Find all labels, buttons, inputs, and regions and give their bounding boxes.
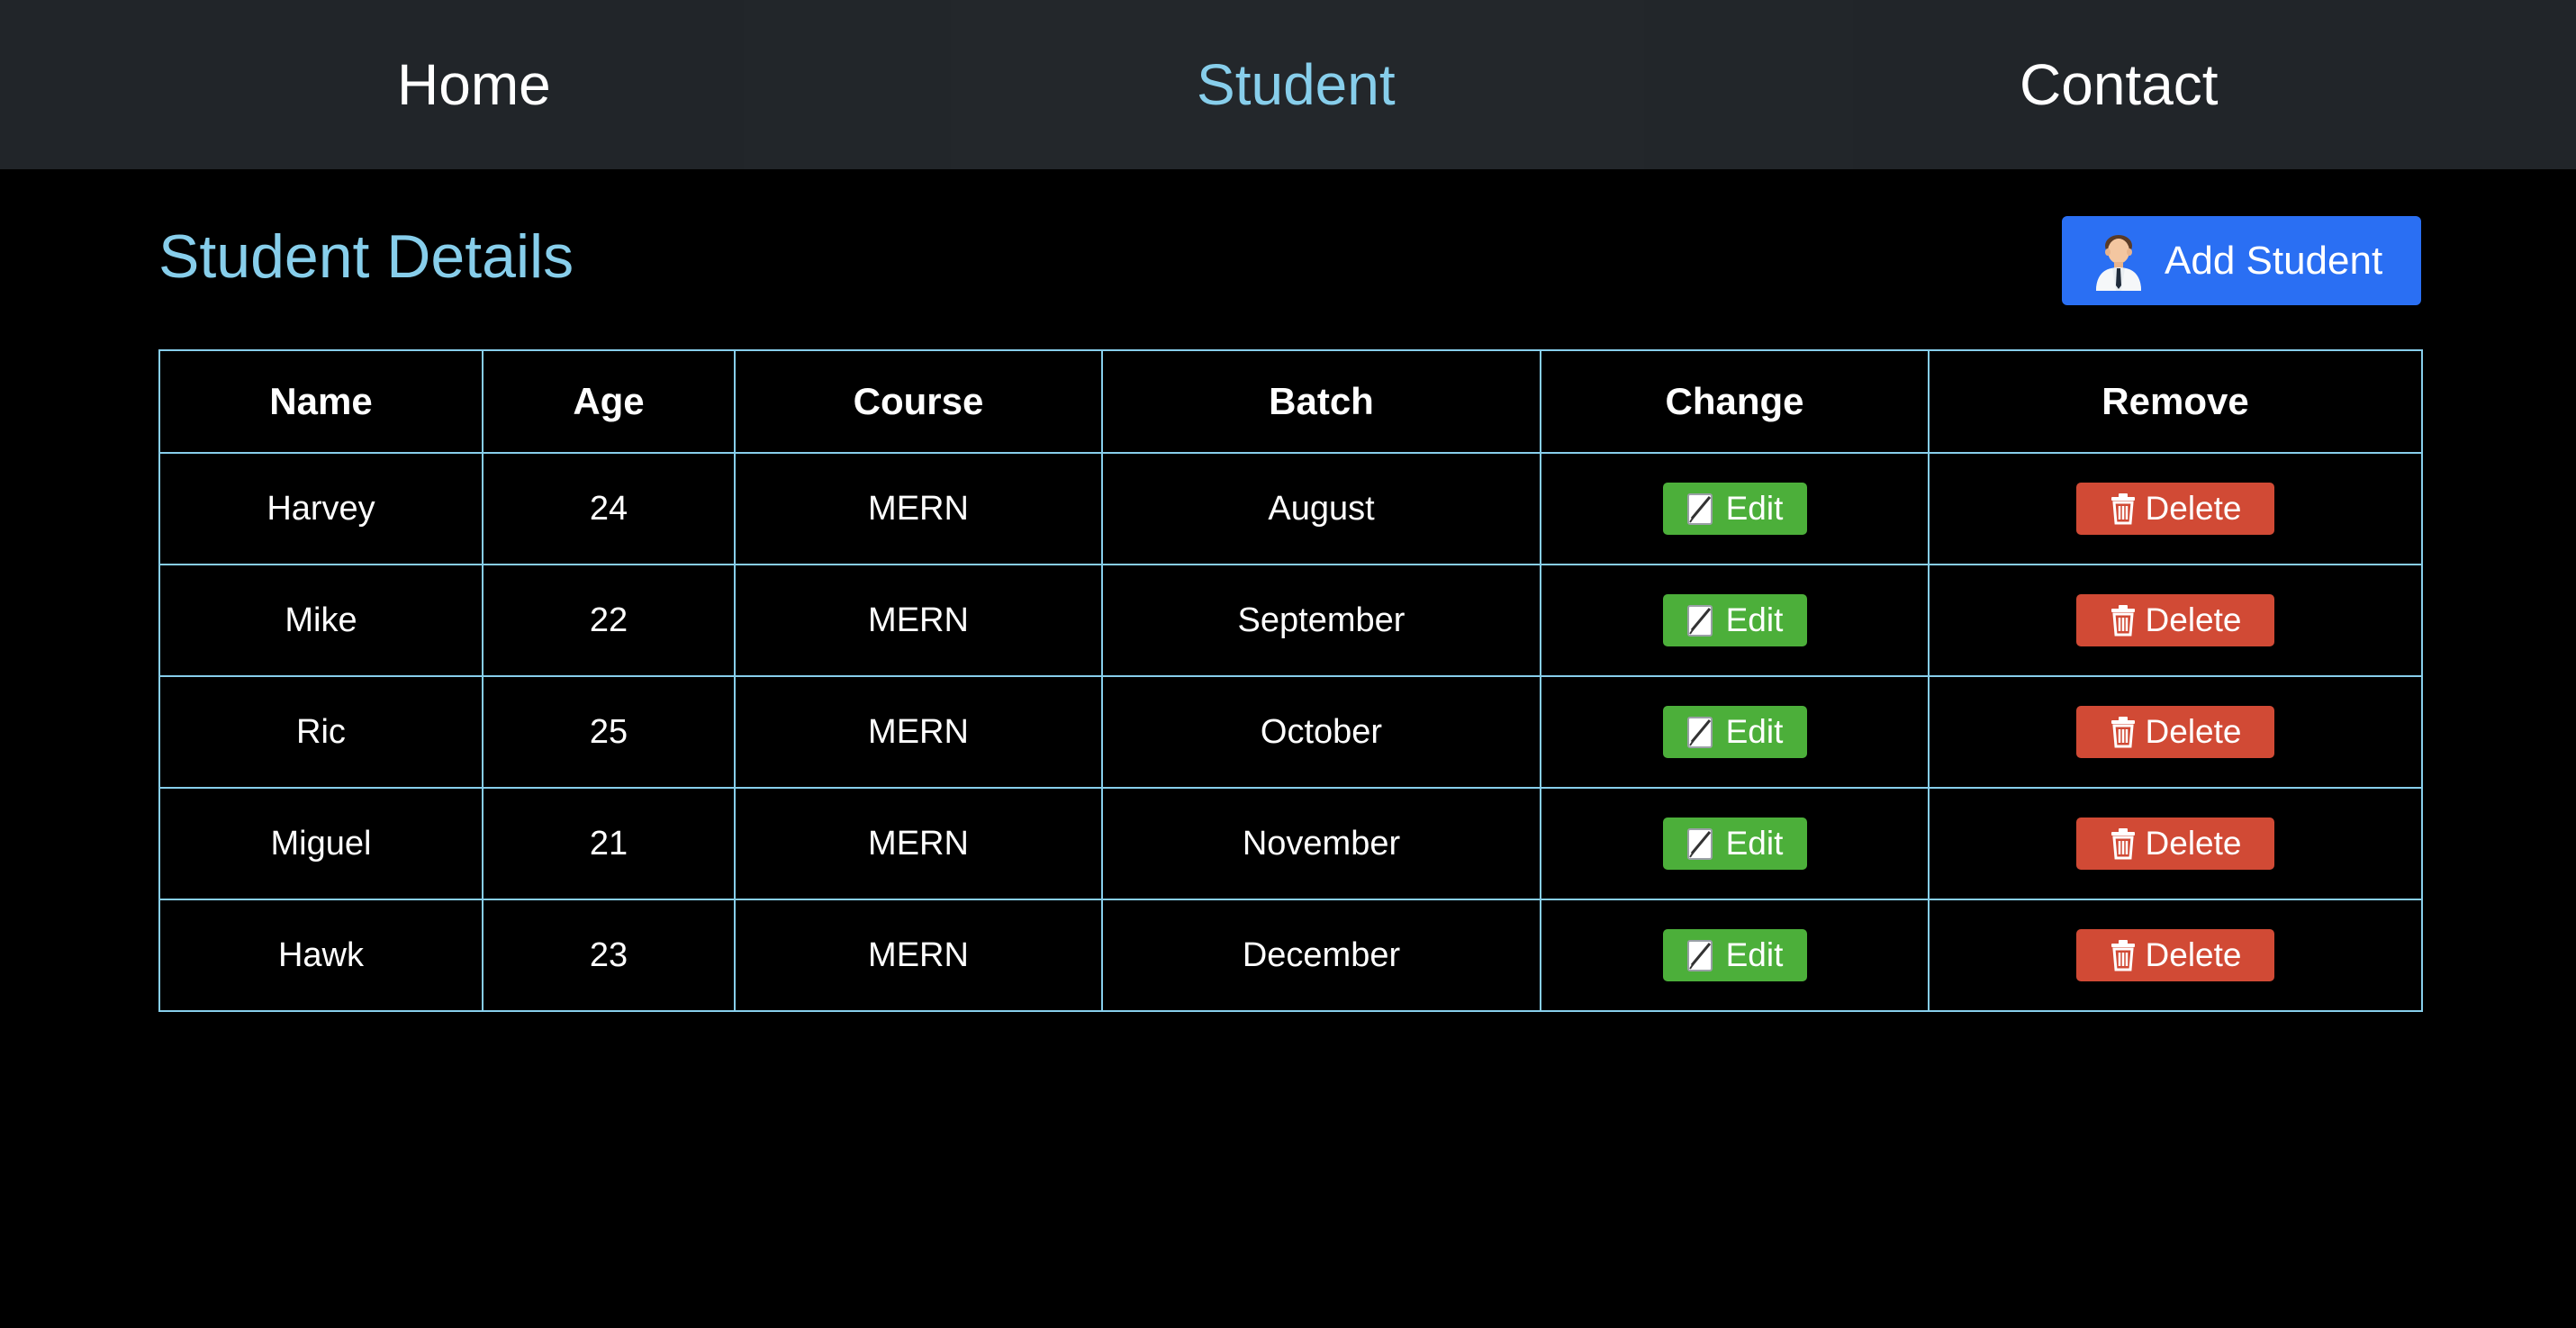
cell-remove: Delete [1928, 899, 2423, 1012]
column-header-course: Course [734, 349, 1103, 454]
cell-batch: October [1101, 675, 1541, 789]
page-title: Student Details [158, 222, 574, 291]
cell-name: Ric [158, 675, 484, 789]
column-header-batch: Batch [1101, 349, 1541, 454]
cell-name: Miguel [158, 787, 484, 900]
delete-button[interactable]: Delete [2076, 818, 2274, 870]
trash-icon [2110, 604, 2137, 637]
cell-remove: Delete [1928, 675, 2423, 789]
add-student-label: Add Student [2165, 238, 2383, 283]
trash-icon [2110, 827, 2137, 860]
edit-button[interactable]: Edit [1662, 818, 1807, 870]
cell-change: Edit [1540, 787, 1930, 900]
delete-label: Delete [2145, 825, 2242, 862]
cell-remove: Delete [1928, 564, 2423, 677]
edit-label: Edit [1725, 713, 1784, 750]
cell-course: MERN [734, 564, 1103, 677]
add-student-button[interactable]: Add Student [2062, 216, 2421, 305]
edit-label: Edit [1725, 825, 1784, 862]
edit-button[interactable]: Edit [1662, 594, 1807, 646]
trash-icon [2110, 716, 2137, 748]
column-header-name: Name [158, 349, 484, 454]
nav-item-student[interactable]: Student [951, 0, 1644, 169]
cell-batch: August [1101, 452, 1541, 565]
cell-remove: Delete [1928, 452, 2423, 565]
nav-item-home[interactable]: Home [0, 0, 951, 169]
edit-note-icon [1686, 938, 1717, 972]
delete-label: Delete [2145, 490, 2242, 527]
cell-batch: November [1101, 787, 1541, 900]
cell-name: Harvey [158, 452, 484, 565]
cell-course: MERN [734, 899, 1103, 1012]
delete-label: Delete [2145, 601, 2242, 638]
cell-age: 21 [482, 787, 736, 900]
delete-button[interactable]: Delete [2076, 483, 2274, 535]
column-header-change: Change [1540, 349, 1930, 454]
table-row: Mike 22 MERN September Edit Delete [158, 564, 2423, 677]
student-table: Name Age Course Batch Change Remove Harv… [158, 349, 2423, 1012]
edit-note-icon [1686, 715, 1717, 749]
table-row: Harvey 24 MERN August Edit Delete [158, 452, 2423, 565]
cell-age: 24 [482, 452, 736, 565]
edit-button[interactable]: Edit [1662, 483, 1807, 535]
delete-button[interactable]: Delete [2076, 929, 2274, 981]
table-row: Miguel 21 MERN November Edit Delete [158, 787, 2423, 900]
person-icon [2096, 234, 2141, 291]
cell-change: Edit [1540, 564, 1930, 677]
cell-batch: September [1101, 564, 1541, 677]
cell-remove: Delete [1928, 787, 2423, 900]
edit-button[interactable]: Edit [1662, 706, 1807, 758]
edit-button[interactable]: Edit [1662, 929, 1807, 981]
cell-age: 25 [482, 675, 736, 789]
delete-button[interactable]: Delete [2076, 594, 2274, 646]
cell-change: Edit [1540, 675, 1930, 789]
cell-course: MERN [734, 787, 1103, 900]
cell-course: MERN [734, 675, 1103, 789]
cell-age: 23 [482, 899, 736, 1012]
edit-label: Edit [1725, 936, 1784, 973]
edit-note-icon [1686, 603, 1717, 637]
edit-label: Edit [1725, 490, 1784, 527]
table-row: Ric 25 MERN October Edit Delete [158, 675, 2423, 789]
cell-name: Hawk [158, 899, 484, 1012]
edit-note-icon [1686, 492, 1717, 526]
nav-item-contact[interactable]: Contact [1644, 0, 2576, 169]
column-header-remove: Remove [1928, 349, 2423, 454]
cell-change: Edit [1540, 899, 1930, 1012]
edit-label: Edit [1725, 601, 1784, 638]
delete-button[interactable]: Delete [2076, 706, 2274, 758]
trash-icon [2110, 939, 2137, 971]
cell-batch: December [1101, 899, 1541, 1012]
table-row: Hawk 23 MERN December Edit Delete [158, 899, 2423, 1012]
cell-course: MERN [734, 452, 1103, 565]
delete-label: Delete [2145, 936, 2242, 973]
cell-name: Mike [158, 564, 484, 677]
cell-age: 22 [482, 564, 736, 677]
edit-note-icon [1686, 827, 1717, 861]
table-header-row: Name Age Course Batch Change Remove [158, 349, 2423, 454]
top-navbar: Home Student Contact [0, 0, 2576, 169]
trash-icon [2110, 492, 2137, 525]
column-header-age: Age [482, 349, 736, 454]
delete-label: Delete [2145, 713, 2242, 750]
cell-change: Edit [1540, 452, 1930, 565]
